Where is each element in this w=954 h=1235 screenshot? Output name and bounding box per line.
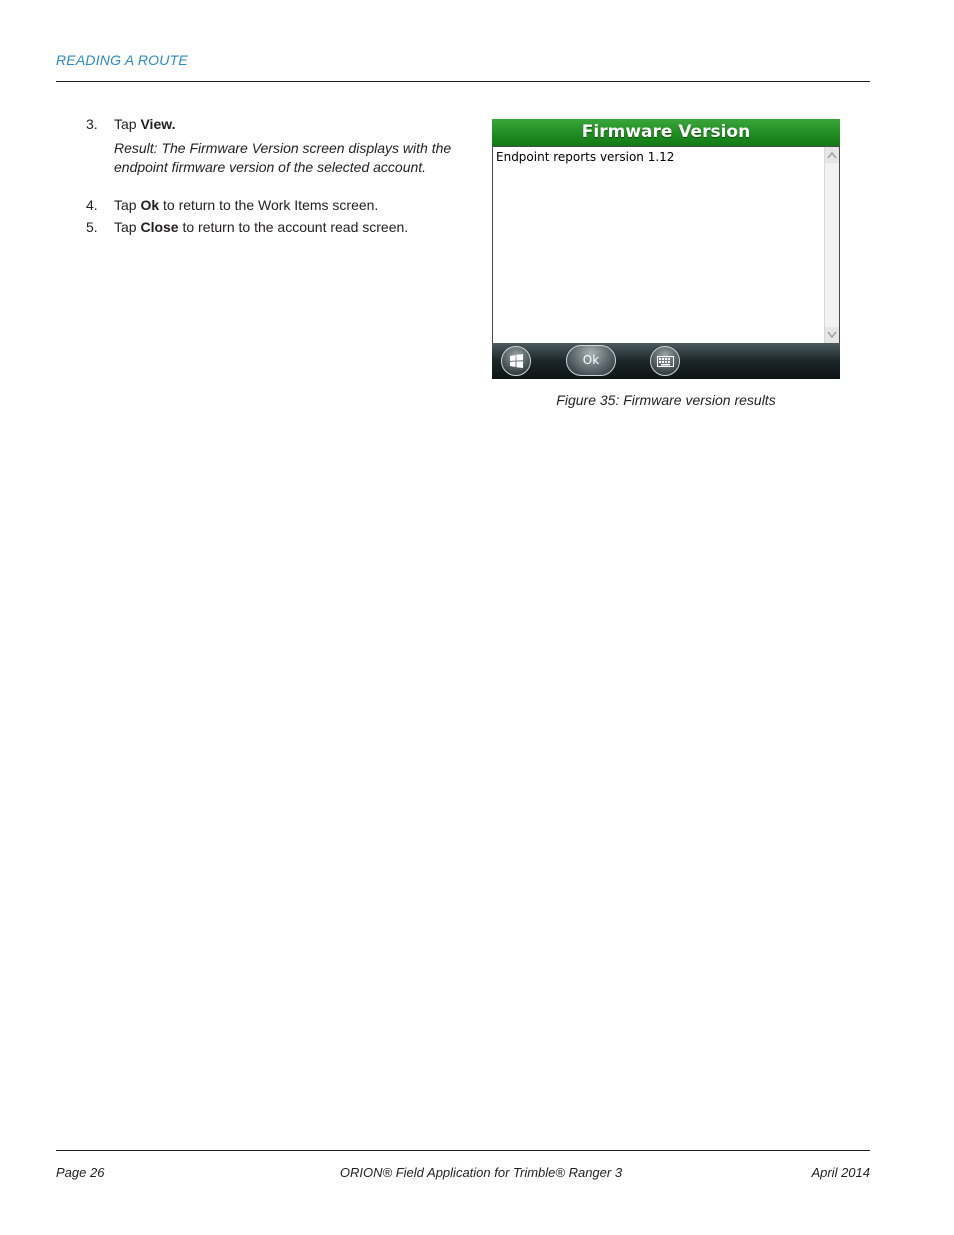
section-title: READING A ROUTE bbox=[56, 52, 188, 68]
step-number: 4. bbox=[86, 197, 98, 213]
step-number: 5. bbox=[86, 219, 98, 235]
header-rule bbox=[56, 81, 870, 82]
keyboard-button[interactable] bbox=[650, 346, 680, 376]
footer-date: April 2014 bbox=[811, 1165, 870, 1180]
ok-button[interactable]: Ok bbox=[566, 345, 616, 376]
keyboard-icon bbox=[657, 356, 674, 367]
step-keyword: Close bbox=[140, 219, 179, 235]
step-number: 3. bbox=[86, 116, 98, 132]
step-keyword: View. bbox=[140, 116, 176, 132]
scroll-up-icon[interactable] bbox=[825, 147, 839, 163]
device-title-bar: Firmware Version bbox=[492, 119, 840, 146]
device-taskbar: Ok bbox=[492, 343, 840, 379]
step-keyword: Ok bbox=[140, 197, 160, 213]
scrollbar[interactable] bbox=[824, 147, 839, 343]
footer-rule bbox=[56, 1150, 870, 1151]
footer-doc-title: ORION® Field Application for Trimble® Ra… bbox=[339, 1165, 623, 1180]
firmware-version-text: Endpoint reports version 1.12 bbox=[496, 150, 675, 164]
scroll-down-icon[interactable] bbox=[825, 327, 839, 343]
windows-logo-icon bbox=[510, 354, 523, 368]
start-button[interactable] bbox=[501, 346, 531, 376]
step-text: Tap View. bbox=[114, 116, 176, 132]
footer-page-number: Page 26 bbox=[56, 1165, 105, 1180]
figure-caption: Figure 35: Firmware version results bbox=[556, 392, 776, 408]
device-content-area: Endpoint reports version 1.12 bbox=[492, 146, 840, 344]
step-3-result: Result: The Firmware Version screen disp… bbox=[114, 140, 452, 175]
step-text: Tap Close to return to the account read … bbox=[114, 219, 409, 235]
device-screenshot: Firmware Version Endpoint reports versio… bbox=[492, 119, 840, 379]
step-text: Tap Ok to return to the Work Items scree… bbox=[114, 197, 379, 213]
